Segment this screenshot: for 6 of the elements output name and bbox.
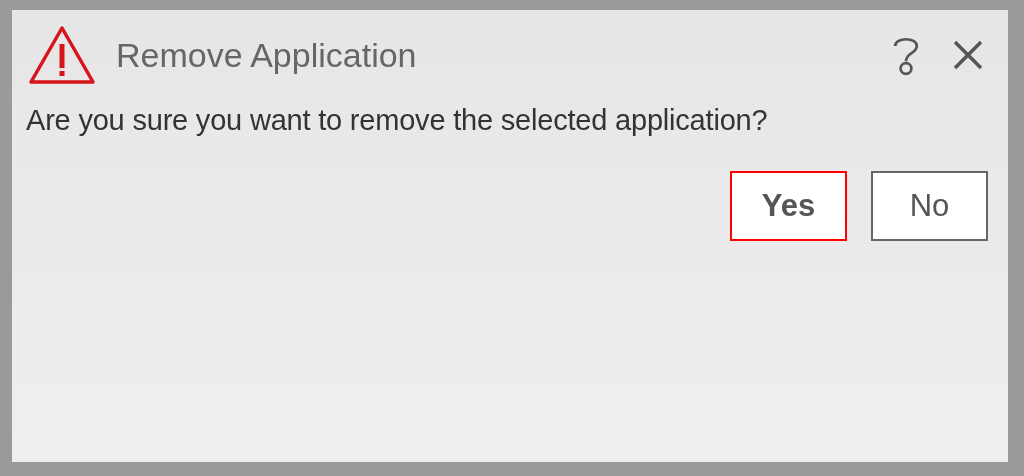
close-icon[interactable] [952, 39, 984, 71]
dialog-title: Remove Application [116, 35, 417, 75]
warning-icon [28, 25, 96, 85]
dialog-message: Are you sure you want to remove the selected application? [26, 104, 769, 137]
cancel-button[interactable]: No [871, 171, 988, 241]
confirm-button[interactable]: Yes [730, 171, 847, 241]
